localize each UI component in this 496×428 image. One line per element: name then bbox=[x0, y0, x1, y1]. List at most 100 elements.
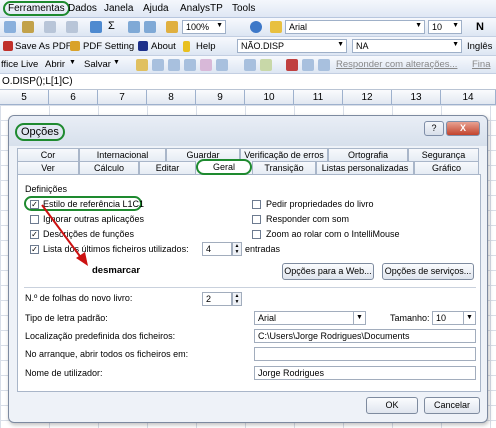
salvar-button[interactable]: Salvar bbox=[84, 59, 111, 70]
column-header[interactable]: 8 bbox=[147, 90, 196, 105]
tab-calculo[interactable]: Cálculo bbox=[79, 161, 139, 174]
review-icon[interactable] bbox=[216, 59, 228, 71]
dialog-titlebar: Opções ? X bbox=[9, 116, 487, 146]
paste-icon[interactable] bbox=[4, 21, 16, 33]
separator bbox=[24, 287, 476, 288]
tab-ortografia[interactable]: Ortografia bbox=[328, 148, 408, 161]
tab-transicao[interactable]: Transição bbox=[252, 161, 316, 174]
about-button[interactable]: About bbox=[151, 41, 176, 52]
tab-ver[interactable]: Ver bbox=[17, 161, 79, 174]
autosum-icon[interactable]: Σ bbox=[108, 20, 115, 32]
bold-button[interactable]: N bbox=[476, 21, 484, 33]
review-icon[interactable] bbox=[260, 59, 272, 71]
review-icon[interactable] bbox=[286, 59, 298, 71]
sort-ascending-icon[interactable] bbox=[128, 21, 140, 33]
review-icon[interactable] bbox=[302, 59, 314, 71]
font-select[interactable]: Arial ▼ bbox=[254, 311, 366, 325]
tab-editar[interactable]: Editar bbox=[139, 161, 196, 174]
close-button[interactable]: X bbox=[446, 121, 480, 136]
chevron-down-icon: ▼ bbox=[113, 59, 120, 66]
location-input[interactable]: C:\Users\Jorge Rodrigues\Documents bbox=[254, 329, 476, 343]
ok-button[interactable]: OK bbox=[366, 397, 418, 414]
cancel-button[interactable]: Cancelar bbox=[424, 397, 480, 414]
service-options-button[interactable]: Opções de serviços... bbox=[382, 263, 474, 280]
column-header[interactable]: 11 bbox=[294, 90, 343, 105]
column-header[interactable]: 6 bbox=[49, 90, 98, 105]
column-header[interactable]: 10 bbox=[245, 90, 294, 105]
menu-tools[interactable]: Tools bbox=[232, 3, 255, 14]
column-header[interactable]: 13 bbox=[392, 90, 441, 105]
font-label: Tipo de letra padrão: bbox=[25, 313, 108, 323]
format-painter-icon[interactable] bbox=[22, 21, 34, 33]
help-icon[interactable] bbox=[250, 21, 262, 33]
column-header[interactable]: 12 bbox=[343, 90, 392, 105]
tab-geral[interactable]: Geral bbox=[196, 159, 252, 175]
tab-verificacao-erros[interactable]: Verificação de erros bbox=[240, 148, 328, 161]
tab-internacional[interactable]: Internacional bbox=[79, 148, 166, 161]
pdf-save-icon bbox=[3, 41, 13, 51]
help-button[interactable]: ? bbox=[424, 121, 444, 136]
column-header[interactable]: 7 bbox=[98, 90, 147, 105]
menu-analystp[interactable]: AnalysTP bbox=[180, 3, 223, 14]
menu-ajuda[interactable]: Ajuda bbox=[143, 3, 169, 14]
language-button[interactable]: Inglês bbox=[467, 41, 492, 52]
review-icon[interactable] bbox=[200, 59, 212, 71]
sort-descending-icon[interactable] bbox=[144, 21, 156, 33]
review-icon[interactable] bbox=[318, 59, 330, 71]
size-select[interactable]: 10 ▼ bbox=[432, 311, 476, 325]
na-value: NA bbox=[356, 41, 369, 51]
review-icon[interactable] bbox=[152, 59, 164, 71]
menu-dados[interactable]: Dados bbox=[68, 3, 97, 14]
font-combo[interactable]: Arial ▼ bbox=[285, 20, 425, 34]
review-icon[interactable] bbox=[244, 59, 256, 71]
column-header[interactable]: 9 bbox=[196, 90, 245, 105]
sound-feedback-checkbox[interactable] bbox=[252, 215, 261, 224]
chart-wizard-icon[interactable] bbox=[166, 21, 178, 33]
sound-feedback-label: Responder com som bbox=[266, 214, 350, 224]
responder-button[interactable]: Responder com alterações... bbox=[336, 59, 457, 70]
toolbar-options-icon[interactable] bbox=[270, 21, 282, 33]
tab-cor[interactable]: Cor bbox=[17, 148, 79, 161]
finalizar-button[interactable]: Fina bbox=[472, 59, 490, 70]
prompt-properties-checkbox[interactable] bbox=[252, 200, 261, 209]
redo-icon[interactable] bbox=[66, 21, 78, 33]
column-header[interactable]: 5 bbox=[0, 90, 49, 105]
sheets-spinner[interactable]: ▲ ▼ bbox=[232, 292, 242, 306]
office-live-label: ffice Live bbox=[1, 59, 39, 70]
review-icon[interactable] bbox=[184, 59, 196, 71]
tab-grafico[interactable]: Gráfico bbox=[414, 161, 479, 174]
pdf-setting-button[interactable]: PDF Setting bbox=[83, 41, 134, 52]
tab-listas-personalizadas[interactable]: Listas personalizadas bbox=[316, 161, 414, 174]
font-size-combo[interactable]: 10 ▼ bbox=[428, 20, 462, 34]
chevron-down-icon: ▼ bbox=[452, 22, 459, 29]
help-bulb-icon bbox=[183, 41, 190, 52]
zoom-intellimouse-checkbox[interactable] bbox=[252, 230, 261, 239]
error-value-combo[interactable]: NÃO.DISP ▼ bbox=[237, 39, 347, 53]
username-input[interactable]: Jorge Rodrigues bbox=[254, 366, 476, 380]
office-live-toolbar: ffice Live Abrir ▼ Salvar ▼ Responder co… bbox=[0, 56, 496, 74]
column-header[interactable]: 14 bbox=[441, 90, 496, 105]
hyperlink-icon[interactable] bbox=[90, 21, 102, 33]
sheets-label: N.º de folhas do novo livro: bbox=[25, 293, 133, 303]
save-as-pdf-button[interactable]: Save As PDF bbox=[15, 41, 72, 52]
menu-ferramentas[interactable]: Ferramentas bbox=[3, 1, 70, 16]
chevron-down-icon: ▼ bbox=[216, 22, 223, 29]
undo-icon[interactable] bbox=[44, 21, 56, 33]
na-combo[interactable]: NA ▼ bbox=[352, 39, 462, 53]
recent-files-count-input[interactable]: 4 bbox=[202, 242, 232, 256]
abrir-button[interactable]: Abrir bbox=[45, 59, 65, 70]
startup-input[interactable] bbox=[254, 347, 476, 361]
menu-janela[interactable]: Janela bbox=[104, 3, 133, 14]
chevron-down-icon: ▼ bbox=[337, 41, 344, 48]
web-options-button[interactable]: Opções para a Web... bbox=[282, 263, 374, 280]
recent-files-spinner[interactable]: ▲ ▼ bbox=[232, 242, 242, 256]
tab-seguranca[interactable]: Segurança bbox=[408, 148, 479, 161]
zoom-combo[interactable]: 100% ▼ bbox=[182, 20, 226, 34]
about-icon bbox=[138, 41, 148, 51]
formula-bar[interactable]: O.DISP();L[1]C) bbox=[0, 74, 496, 90]
standard-toolbar: Σ 100% ▼ Arial ▼ 10 ▼ N bbox=[0, 18, 496, 37]
folder-icon[interactable] bbox=[136, 59, 148, 71]
review-icon[interactable] bbox=[168, 59, 180, 71]
help-button[interactable]: Help bbox=[196, 41, 216, 52]
sheets-input[interactable]: 2 bbox=[202, 292, 232, 306]
